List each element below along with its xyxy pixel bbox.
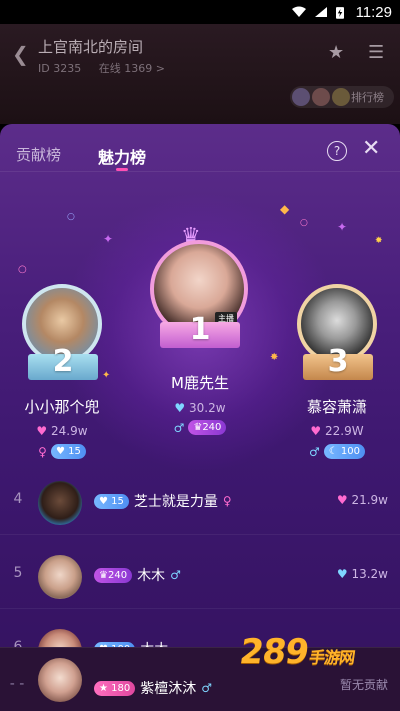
heart-icon: ♥ [336,567,348,581]
podium-badges-2: ♀ ♥ 15 [2,444,122,459]
podium-score-3: ♥ 22.9W [310,424,364,438]
avatar[interactable] [38,481,82,525]
avatar [312,88,330,106]
battery-icon [335,6,344,19]
level-badge: ☾ 100 [323,444,365,459]
heart-icon: ♥ [36,424,48,438]
watermark-logo: 289手游网 [237,632,356,672]
list-item-info: ♥ 15 芝士就是力量 ♀ [94,491,232,511]
user-name: 木木 [137,568,166,584]
sparkle-icon: ✦ [337,220,348,234]
ranking-panel: 贡献榜 魅力榜 ? ✕ ◆ ✦ ✦ ○ ○ ✸ ✸ ○ ✦ 2 小小那个兜 ♥ … [0,124,400,711]
avatar [292,88,310,106]
sparkle-icon: ✸ [270,352,279,363]
tab-bar: 贡献榜 魅力榜 ? ✕ [0,124,400,172]
rank-ribbon-1: 1 [160,315,240,348]
charm-score: ♥ 13.2w [336,567,388,581]
close-icon[interactable]: ✕ [362,136,380,161]
female-icon: ♀ [222,494,232,508]
user-name: 芝士就是力量 [133,494,218,510]
my-name: 紫檀沐沐 [140,681,197,697]
level-badge: ♥ 15 [50,444,86,459]
sparkle-icon: ○ [300,218,308,228]
back-icon[interactable]: ❮ [12,42,29,66]
sparkle-icon: ◆ [280,202,290,216]
female-icon: ♀ [38,444,47,459]
my-avatar[interactable] [38,658,82,702]
level-badge: ★ 180 [94,680,136,696]
rank-list-label: 排行榜 [351,91,384,104]
level-badge: ♛ 240 [94,567,133,583]
my-status: 暂无贡献 [339,678,388,692]
status-bar: 11:29 [0,0,400,24]
sparkle-icon: ○ [18,264,27,275]
room-header: ❮ 上官南北的房间 ID 3235 在线 1369 > ★ ☰ 排行榜 [0,24,400,124]
rank-ribbon-3: 3 [303,347,373,380]
heart-icon: ♥ [336,493,348,507]
tab-charm[interactable]: 魅力榜 [98,144,146,168]
rank-number: 4 [13,491,23,507]
podium-name-2: 小小那个兜 [24,398,100,416]
list-item[interactable]: 4 ♥ 15 芝士就是力量 ♀ ♥ 21.9w [0,469,400,535]
podium-name-3: 慕容萧潇 [306,398,367,416]
room-meta: ID 3235 在线 1369 > [38,60,165,76]
rank-ribbon-2: 2 [28,347,98,380]
active-tab-indicator [116,168,128,171]
male-icon: ♂ [308,444,320,459]
level-badge: ♛ 240 [188,420,227,435]
list-item[interactable]: 5 ♛ 240 木木 ♂ ♥ 13.2w [0,543,400,609]
avatar [332,88,350,106]
podium-score-2: ♥ 24.9w [36,424,88,438]
level-badge: ♥ 15 [94,493,129,509]
signal-icon [314,7,327,17]
tab-contribution[interactable]: 贡献榜 [16,144,61,165]
avatar[interactable] [38,555,82,599]
sparkle-icon: ✦ [103,232,114,246]
my-rank-number: - - [9,676,25,692]
top-viewers [292,88,350,106]
charm-score: ♥ 21.9w [336,493,388,507]
wifi-icon [291,6,306,17]
rank-number: 5 [13,565,23,581]
top-three-podium: ◆ ✦ ✦ ○ ○ ✸ ✸ ○ ✦ 2 小小那个兜 ♥ 24.9w ♀ ♥ 15… [0,172,400,482]
podium-badges-1: ♂ ♛ 240 [140,420,260,435]
heart-icon: ♥ [174,401,186,415]
sparkle-icon: ✸ [375,236,383,246]
heart-icon: ♥ [310,424,322,438]
room-title: 上官南北的房间 [38,38,144,56]
sparkle-icon: ✦ [102,370,111,381]
podium-badges-3: ♂ ☾ 100 [277,444,397,459]
list-item-info: ♛ 240 木木 ♂ [94,565,181,585]
my-info: ★ 180 紫檀沐沐 ♂ [94,678,212,698]
menu-icon[interactable]: ☰ [368,42,384,63]
male-icon: ♂ [201,681,213,695]
male-icon: ♂ [170,568,181,582]
podium-score-1: ♥ 30.2w [174,401,226,415]
male-icon: ♂ [173,420,185,435]
room-online[interactable]: 在线 1369 > [99,62,165,75]
clock: 11:29 [355,3,392,21]
podium-name-1: M鹿先生 [171,374,229,392]
sparkle-icon: ○ [67,212,75,222]
help-icon[interactable]: ? [327,141,347,161]
star-icon[interactable]: ★ [328,42,344,63]
room-id: ID 3235 [38,62,82,75]
